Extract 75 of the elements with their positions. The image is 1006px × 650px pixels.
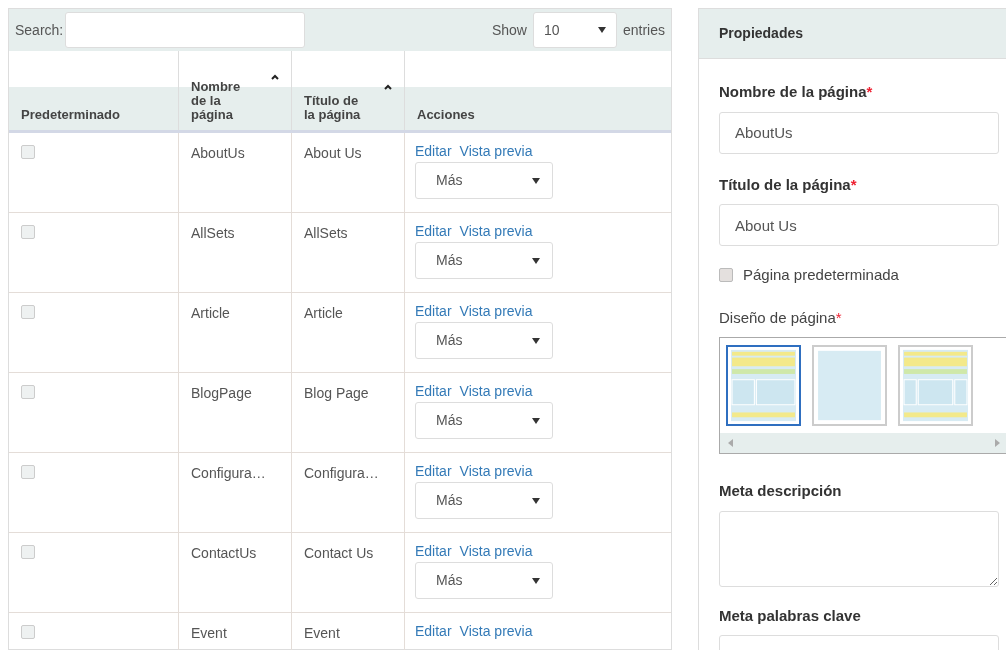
edit-link[interactable]: Editar bbox=[415, 143, 452, 160]
edit-link[interactable]: Editar bbox=[415, 223, 452, 240]
caret-icon bbox=[532, 177, 540, 184]
preview-link[interactable]: Vista previa bbox=[459, 543, 533, 560]
edit-link[interactable]: Editar bbox=[415, 543, 452, 560]
checkbox[interactable] bbox=[21, 465, 35, 479]
column-header[interactable]: Nombre de la página bbox=[178, 51, 291, 130]
field-label: Nombre de la página* bbox=[719, 82, 874, 102]
more-select[interactable]: Más bbox=[415, 322, 553, 359]
table-cell: BlogPage bbox=[191, 385, 252, 401]
table-cell: Configura… bbox=[191, 465, 266, 481]
table-cell: Event bbox=[191, 625, 227, 641]
field-label: Meta descripción bbox=[719, 481, 843, 501]
table-cell: AboutUs bbox=[191, 145, 245, 161]
checkbox[interactable] bbox=[719, 268, 733, 283]
edit-link[interactable]: Editar bbox=[415, 383, 452, 400]
caret-icon bbox=[532, 577, 540, 584]
more-select[interactable]: Más bbox=[415, 242, 553, 279]
search-field[interactable] bbox=[65, 12, 306, 48]
caret-icon bbox=[532, 497, 540, 504]
checkbox[interactable] bbox=[21, 305, 35, 319]
checkbox[interactable] bbox=[21, 545, 35, 559]
table-cell: Article bbox=[191, 305, 230, 321]
edit-link[interactable]: Editar bbox=[415, 463, 452, 480]
table-cell: Event bbox=[304, 625, 340, 641]
caret-icon bbox=[532, 257, 540, 264]
edit-link[interactable]: Editar bbox=[415, 303, 452, 320]
caret-icon bbox=[532, 417, 540, 424]
more-select[interactable]: Más bbox=[415, 402, 553, 439]
preview-link[interactable]: Vista previa bbox=[459, 623, 533, 640]
checkbox[interactable] bbox=[21, 385, 35, 399]
preview-link[interactable]: Vista previa bbox=[459, 463, 533, 480]
checkbox[interactable] bbox=[21, 145, 35, 159]
table-cell: Blog Page bbox=[304, 385, 369, 401]
text-field[interactable]: AboutUs bbox=[719, 111, 999, 154]
table-cell: AllSets bbox=[191, 225, 235, 241]
caret-icon bbox=[532, 337, 540, 344]
table-cell: Contact Us bbox=[304, 545, 374, 561]
more-select[interactable]: Más bbox=[415, 562, 553, 599]
horizontal-scrollbar[interactable] bbox=[720, 433, 1006, 453]
preview-link[interactable]: Vista previa bbox=[459, 303, 533, 320]
column-header[interactable]: Acciones bbox=[404, 51, 671, 130]
text-area[interactable] bbox=[719, 510, 999, 587]
search-label: Search: bbox=[15, 20, 64, 40]
layout-thumbnail[interactable] bbox=[726, 345, 801, 426]
checkbox[interactable] bbox=[21, 625, 35, 639]
checkbox[interactable] bbox=[21, 225, 35, 239]
checkbox-label: Página predeterminada bbox=[743, 265, 899, 285]
table-cell: About Us bbox=[304, 145, 362, 161]
preview-link[interactable]: Vista previa bbox=[459, 143, 533, 160]
edit-link[interactable]: Editar bbox=[415, 623, 452, 640]
required-mark: * bbox=[866, 83, 873, 100]
more-select[interactable]: Más bbox=[415, 482, 553, 519]
field-label: Meta palabras clave bbox=[719, 605, 862, 626]
table-cell: ContactUs bbox=[191, 545, 257, 561]
scroll-right-icon[interactable] bbox=[995, 439, 1000, 447]
table-cell: Configura… bbox=[304, 465, 379, 481]
scroll-left-icon[interactable] bbox=[728, 439, 733, 447]
field-label: Título de la página* bbox=[719, 174, 858, 195]
preview-link[interactable]: Vista previa bbox=[459, 383, 533, 400]
caret-icon bbox=[597, 27, 606, 33]
table-cell: Article bbox=[304, 305, 343, 321]
text-field[interactable]: About Us bbox=[719, 204, 999, 246]
more-select[interactable]: Más bbox=[415, 162, 553, 199]
entries-label: entries bbox=[622, 20, 665, 40]
table-cell: AllSets bbox=[304, 225, 348, 241]
field-label: Diseño de página* bbox=[719, 307, 843, 328]
preview-link[interactable]: Vista previa bbox=[459, 223, 533, 240]
show-label: Show bbox=[491, 20, 527, 40]
page-size-select[interactable]: 10 bbox=[532, 12, 617, 48]
column-header[interactable]: Predeterminado bbox=[9, 51, 178, 130]
column-header[interactable]: Título de la página bbox=[291, 51, 404, 130]
panel-title: Propiedades bbox=[699, 9, 1006, 59]
required-mark: * bbox=[835, 308, 842, 326]
required-mark: * bbox=[850, 175, 857, 193]
